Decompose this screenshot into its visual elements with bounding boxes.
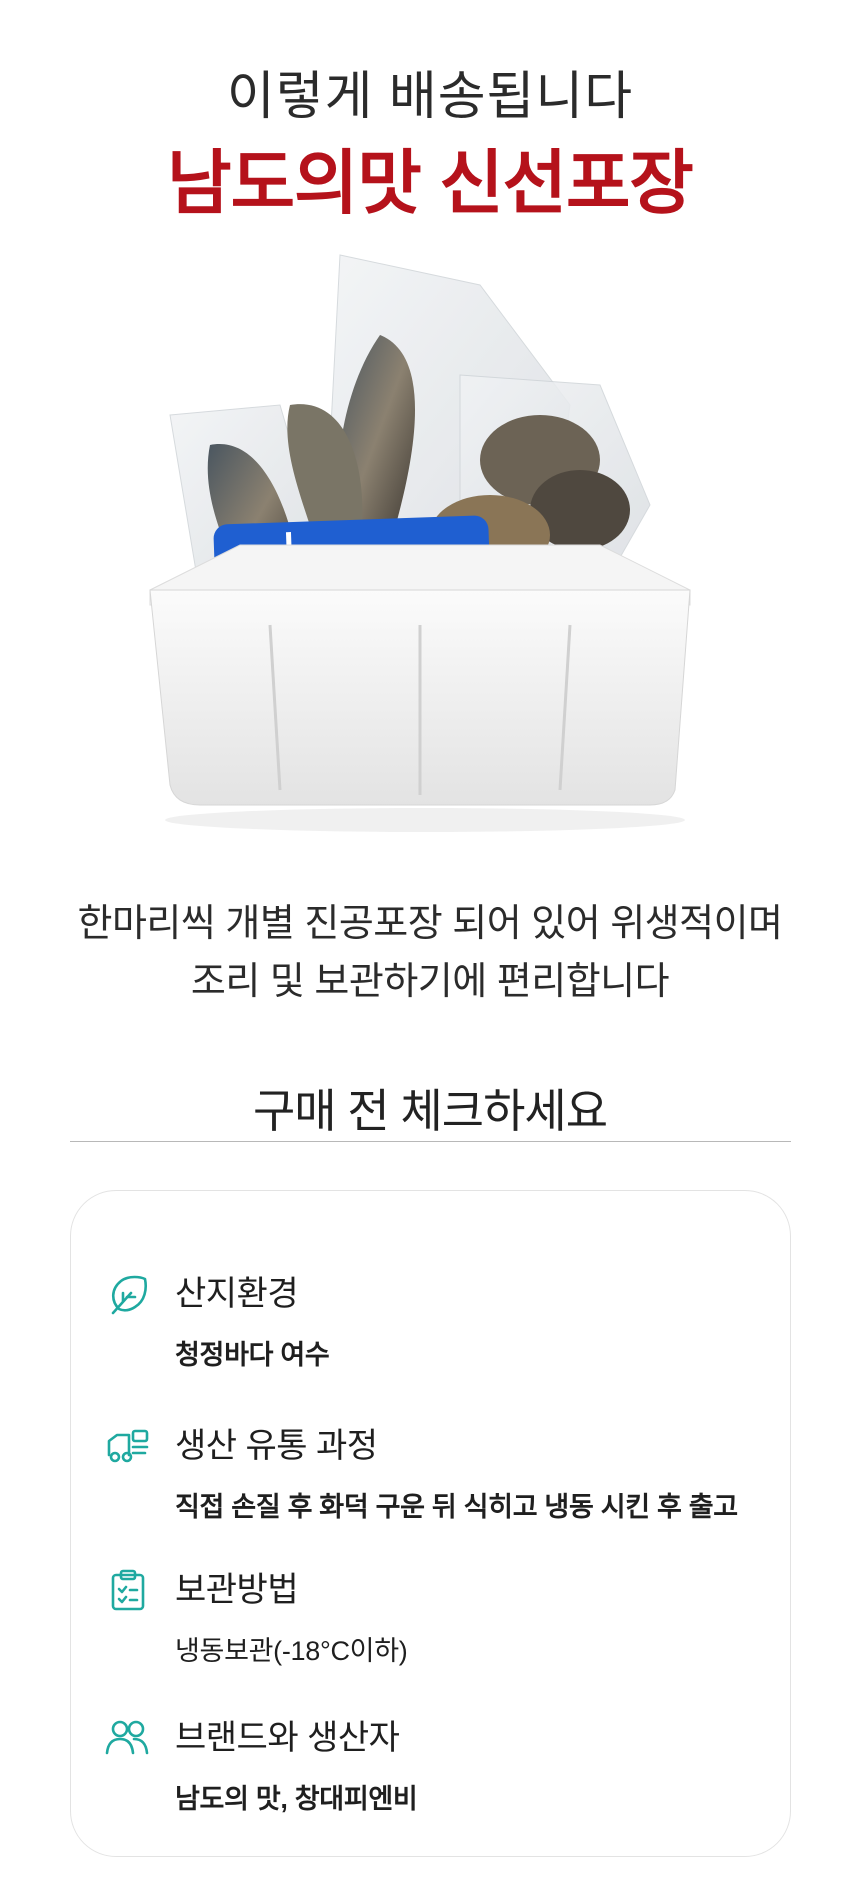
people-icon <box>105 1720 149 1755</box>
checklist-value-process: 직접 손질 후 화덕 구운 뒤 식히고 냉동 시킨 후 출고 <box>175 1492 738 1522</box>
checklist-label-storage: 보관방법 <box>175 1571 299 1609</box>
leaf-icon <box>111 1275 147 1315</box>
checklist-label-origin: 산지환경 <box>175 1275 299 1313</box>
product-packaging-photo: ICE <box>149 254 691 832</box>
checklist-label-brand: 브랜드와 생산자 <box>175 1719 400 1757</box>
description-line-2: 조리 및 보관하기에 편리합니다 <box>190 961 670 1003</box>
header: 이렇게 배송됩니다 남도의맛 신선포장 <box>0 62 860 228</box>
page-subtitle: 이렇게 배송됩니다 <box>226 68 634 126</box>
divider <box>70 1141 791 1142</box>
checklist-card: 산지환경 청정바다 여수 생산 유통 과정 직접 손질 후 화덕 구운 뒤 식히… <box>70 1190 791 1857</box>
checklist-value-origin: 청정바다 여수 <box>175 1340 330 1370</box>
checklist-value-storage: 냉동보관(-18°C이하) <box>175 1636 408 1666</box>
checklist-label-process: 생산 유통 과정 <box>175 1427 378 1465</box>
packaging-description: 한마리씩 개별 진공포장 되어 있어 위생적이며 조리 및 보관하기에 편리합니… <box>0 895 860 1011</box>
description-line-1: 한마리씩 개별 진공포장 되어 있어 위생적이며 <box>77 903 783 945</box>
clipboard-checklist-icon <box>111 1569 145 1611</box>
delivery-truck-icon <box>107 1429 149 1463</box>
checklist-title: 구매 전 체크하세요 <box>252 1085 608 1137</box>
page-title: 남도의맛 신선포장 <box>167 144 694 222</box>
checklist-value-brand: 남도의 맛, 창대피엔비 <box>175 1784 418 1814</box>
